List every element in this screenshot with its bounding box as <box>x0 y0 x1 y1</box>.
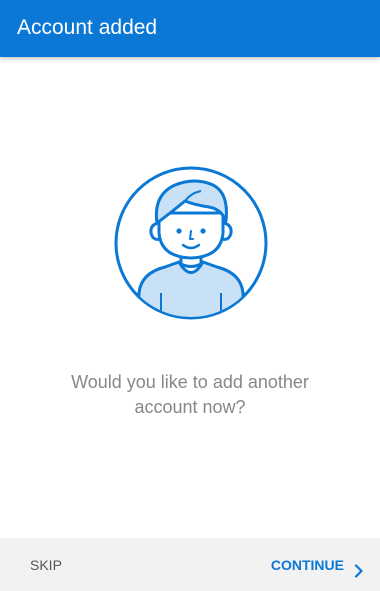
chevron-right-icon <box>354 558 364 578</box>
prompt-line-2: account now? <box>134 397 246 417</box>
user-avatar-icon <box>113 165 269 321</box>
page-title: Account added <box>17 16 158 39</box>
add-account-prompt: Would you like to add another account no… <box>30 370 350 420</box>
prompt-line-1: Would you like to add another <box>71 372 309 392</box>
skip-button[interactable]: SKIP <box>14 550 78 580</box>
app-bar: Account added <box>0 0 380 57</box>
bottom-action-bar: SKIP CONTINUE <box>0 538 380 591</box>
continue-label: CONTINUE <box>270 557 344 573</box>
continue-button[interactable]: CONTINUE <box>271 550 364 580</box>
